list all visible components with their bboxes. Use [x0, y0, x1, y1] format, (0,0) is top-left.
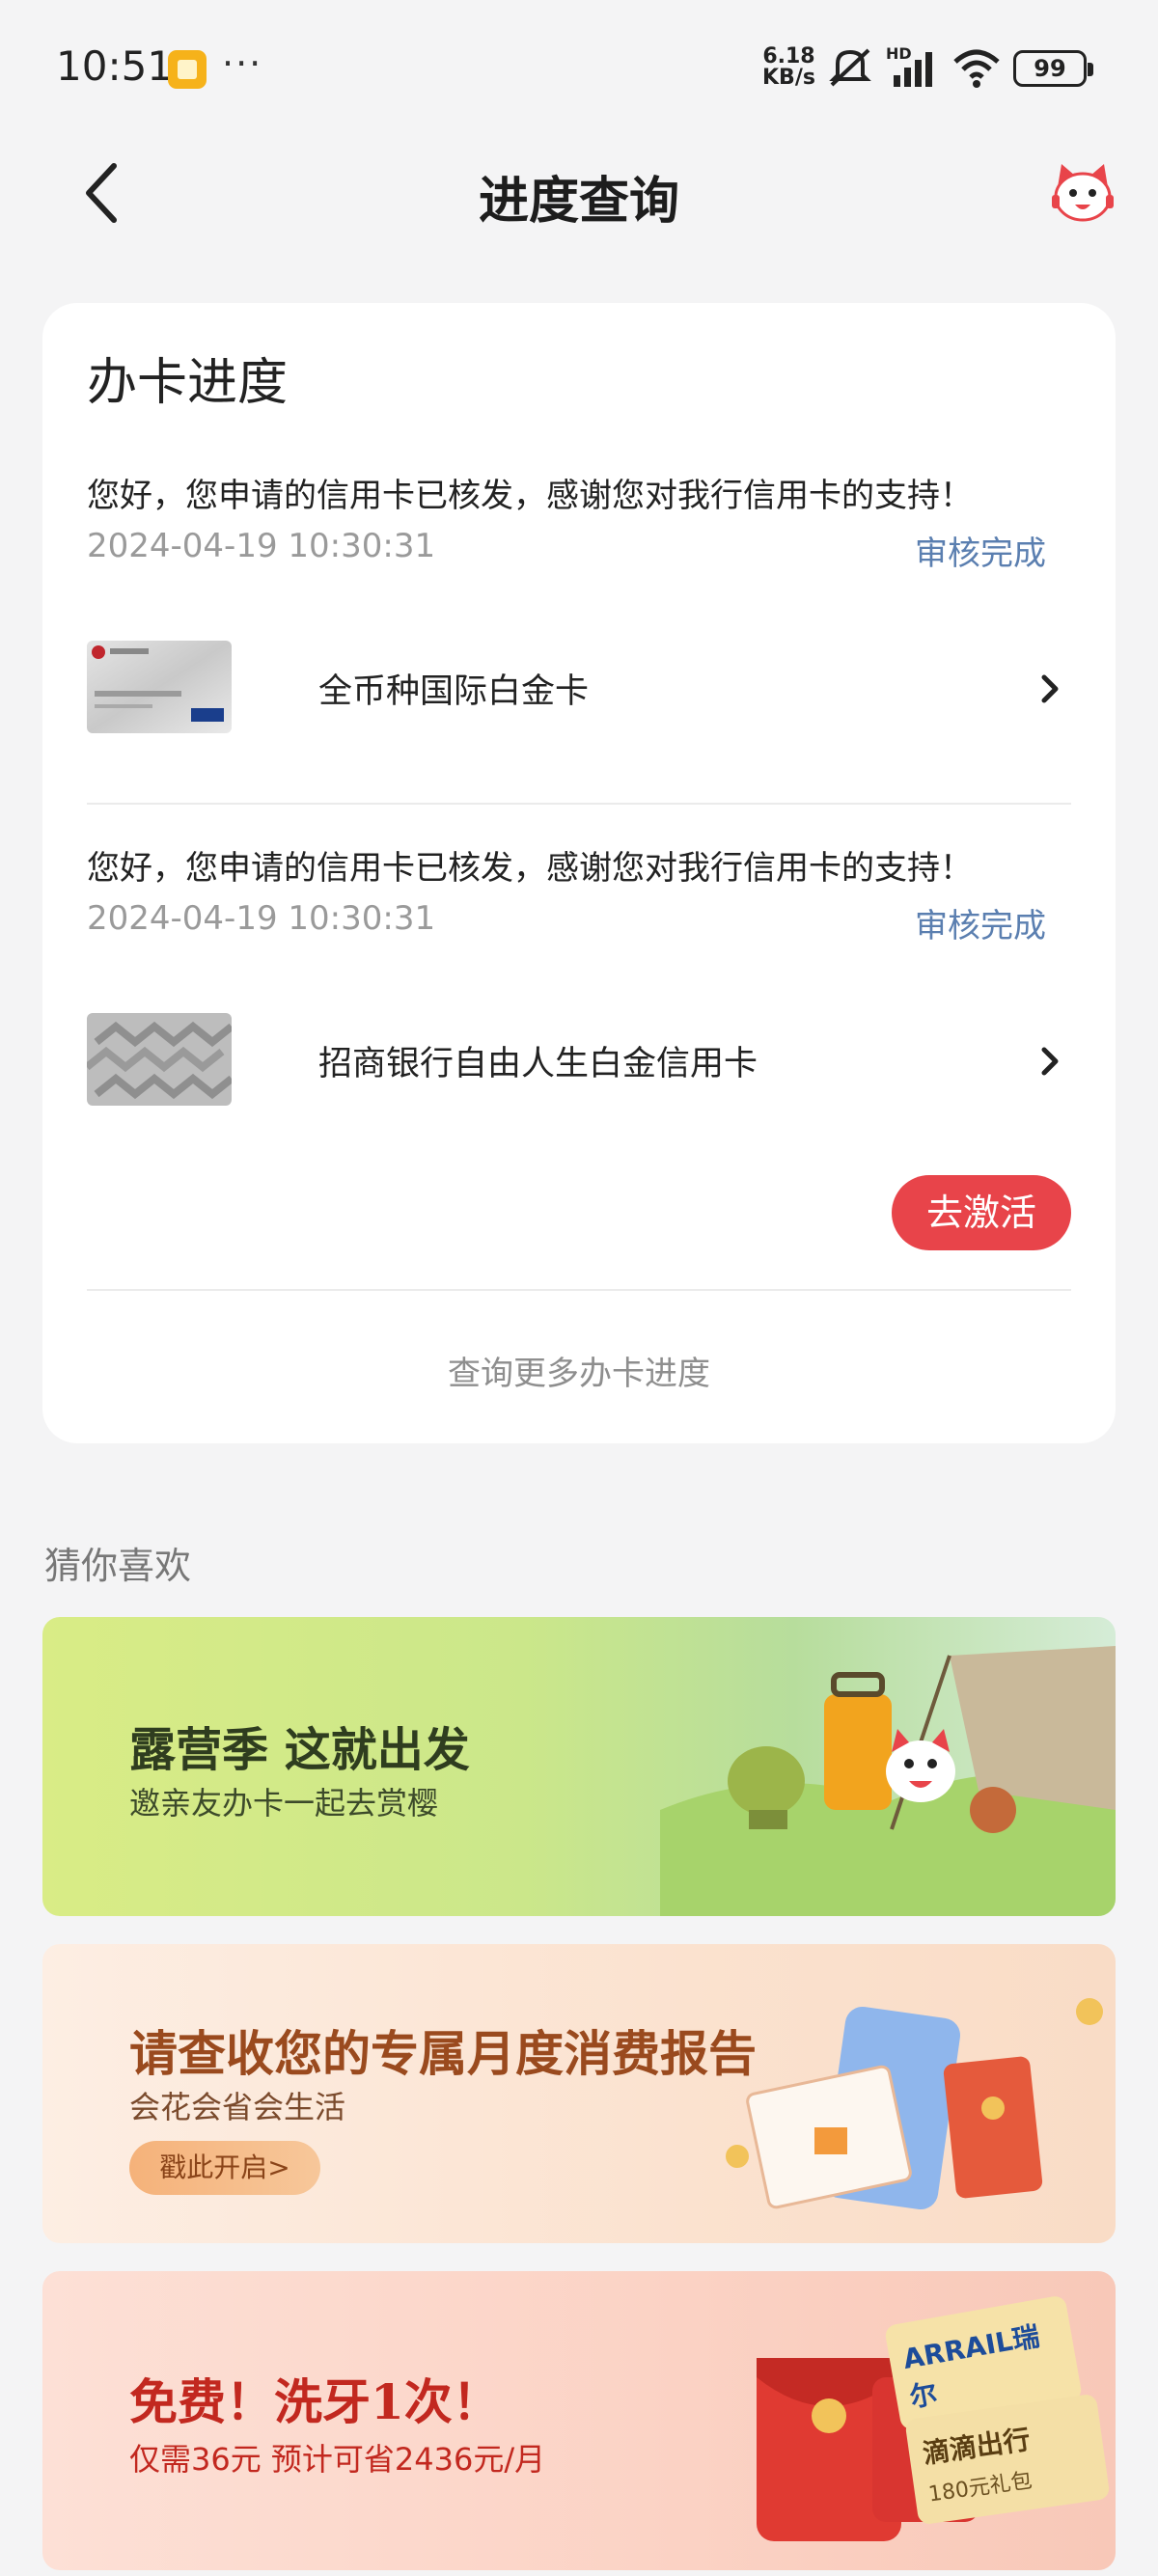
net-speed-value: 6.18 — [762, 44, 815, 69]
divider — [87, 1289, 1071, 1291]
application-status: 审核完成 — [915, 907, 1046, 945]
card-title: 办卡进度 — [87, 354, 289, 412]
banner-subline: 会花会省会生活 — [129, 2089, 346, 2125]
banner-headline: 免费！洗牙1次！ — [129, 2373, 501, 2430]
camping-illustration — [660, 1646, 1116, 1916]
notes-app-icon — [168, 50, 207, 89]
application-notice: 您好，您申请的信用卡已核发，感谢您对我行信用卡的支持！ — [87, 849, 973, 888]
more-notifications-icon: ··· — [222, 42, 263, 85]
nav-bar: 进度查询 — [0, 135, 1158, 251]
banner-headline: 请查收您的专属月度消费报告 — [129, 2025, 757, 2082]
camping-banner[interactable]: 露营季 这就出发 邀亲友办卡一起去赏樱 — [42, 1617, 1116, 1916]
chevron-right-icon — [1041, 674, 1059, 703]
application-notice: 您好，您申请的信用卡已核发，感谢您对我行信用卡的支持！ — [87, 477, 973, 515]
wifi-icon — [953, 49, 1000, 88]
net-speed-unit: KB/s — [762, 66, 815, 90]
spending-report-banner[interactable]: 请查收您的专属月度消费报告 会花会省会生活 戳此开启> — [42, 1944, 1116, 2243]
mute-icon — [829, 48, 871, 87]
card-row[interactable]: 全币种国际白金卡 — [87, 641, 1071, 737]
cat-mascot-icon — [1052, 164, 1114, 222]
divider — [87, 803, 1071, 805]
card-thumbnail — [87, 641, 232, 733]
banner-subline: 仅需36元 预计可省2436元/月 — [129, 2441, 546, 2478]
report-illustration — [726, 1998, 1103, 2210]
card-name: 全币种国际白金卡 — [318, 672, 590, 711]
status-time: 10:51 — [56, 42, 174, 90]
mascot-button[interactable] — [1048, 158, 1117, 228]
card-row[interactable]: 招商银行自由人生白金信用卡 — [87, 1013, 1071, 1110]
chevron-right-icon — [1041, 1047, 1059, 1076]
application-status: 审核完成 — [915, 534, 1046, 573]
battery-icon: 99 — [1013, 50, 1093, 87]
application-timestamp: 2024-04-19 10:30:31 — [87, 527, 436, 565]
card-name: 招商银行自由人生白金信用卡 — [318, 1045, 758, 1083]
open-report-button[interactable]: 戳此开启> — [129, 2141, 320, 2195]
progress-card: 办卡进度 您好，您申请的信用卡已核发，感谢您对我行信用卡的支持！ 2024-04… — [42, 303, 1116, 1443]
page-title: 进度查询 — [478, 173, 679, 231]
section-title: 猜你喜欢 — [44, 1545, 192, 1587]
application-timestamp: 2024-04-19 10:30:31 — [87, 899, 436, 938]
banner-subline: 邀亲友办卡一起去赏樱 — [129, 1785, 439, 1822]
status-bar: 10:51 ··· 6.18 KB/s HD 99 — [0, 0, 1158, 135]
banner-headline: 露营季 这就出发 — [129, 1723, 470, 1777]
net-speed: 6.18 KB/s — [762, 46, 815, 89]
dental-banner[interactable]: ARRAIL瑞尔 价值199元 滴滴出行 180元礼包 免费！洗牙1次！ 仅需3… — [42, 2271, 1116, 2570]
card-thumbnail — [87, 1013, 232, 1106]
activate-button[interactable]: 去激活 — [892, 1175, 1071, 1250]
more-progress-link[interactable]: 查询更多办卡进度 — [42, 1347, 1116, 1394]
